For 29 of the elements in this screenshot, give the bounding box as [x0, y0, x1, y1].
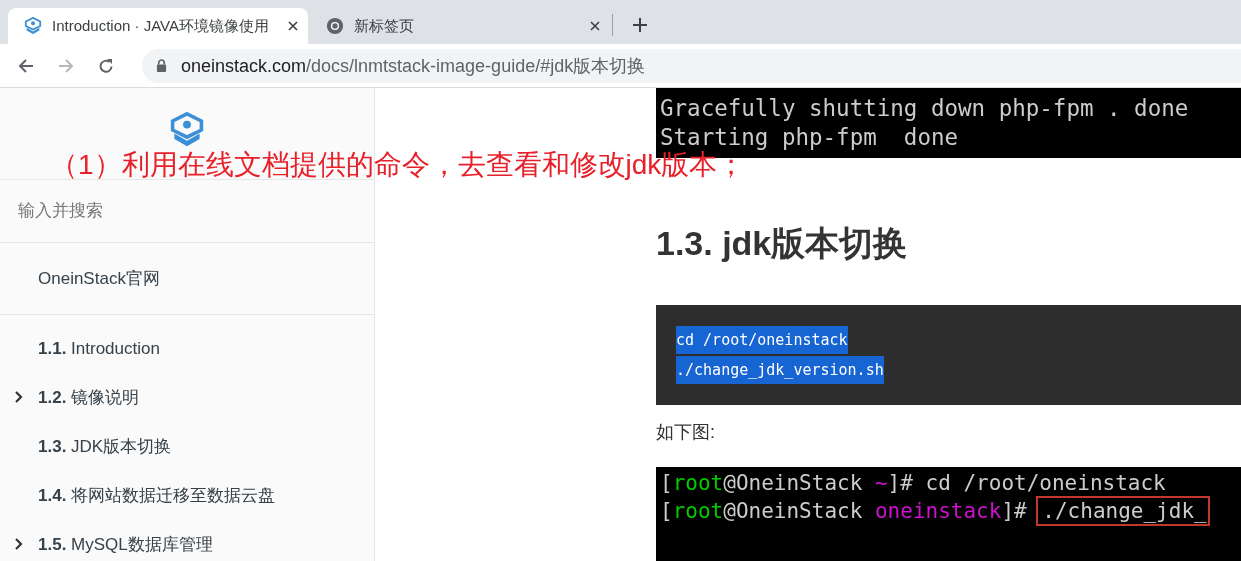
section-heading: 1.3. jdk版本切换	[656, 226, 909, 261]
chevron-right-icon[interactable]	[15, 391, 23, 403]
terminal-line: Starting php-fpm done	[660, 123, 959, 151]
cube-icon	[169, 112, 205, 148]
reload-icon[interactable]	[98, 57, 114, 74]
annotation-text: （1）利用在线文档提供的命令，去查看和修改jdk版本；	[50, 149, 746, 182]
plus-icon[interactable]	[633, 18, 647, 32]
browser-tab[interactable]: Introduction · JAVA环境镜像使用	[8, 8, 308, 44]
sidebar-item[interactable]: 1.2. 镜像说明	[0, 373, 374, 422]
browser-tab[interactable]: 新标签页	[310, 8, 610, 44]
close-icon[interactable]	[590, 21, 600, 31]
back-icon[interactable]	[18, 57, 34, 74]
close-icon[interactable]	[288, 21, 298, 31]
caption-text: 如下图:	[656, 421, 716, 444]
address-field[interactable]: oneinstack.com/docs/lnmtstack-image-guide/#jdk版本切换	[142, 48, 1241, 83]
terminal-line: [root@OneinStack ~]# cd /root/oneinstack	[660, 470, 1167, 497]
lock-icon	[156, 59, 167, 72]
terminal-line: [root@OneinStack oneinstack]# ./change_jdk_	[660, 497, 1241, 525]
cube-icon	[24, 17, 42, 35]
sidebar-link[interactable]: OneinStack官网	[38, 267, 160, 290]
terminal-line: Gracefully shutting down php-fpm . done	[660, 94, 1190, 123]
sidebar-item[interactable]: 1.5. MySQL数据库管理	[0, 520, 374, 561]
sidebar-item[interactable]: 1.1. Introduction	[0, 324, 374, 373]
chevron-right-icon[interactable]	[15, 538, 23, 550]
url-text: oneinstack.com/docs/lnmtstack-image-guide/#jdk版本切换	[181, 54, 646, 78]
search-field[interactable]: 输入并搜索	[0, 179, 374, 243]
sidebar-item[interactable]: 1.4. 将网站数据迁移至数据云盘	[0, 471, 374, 520]
sidebar-item[interactable]: 1.3. JDK版本切换	[0, 422, 374, 471]
globe-icon	[326, 17, 344, 35]
